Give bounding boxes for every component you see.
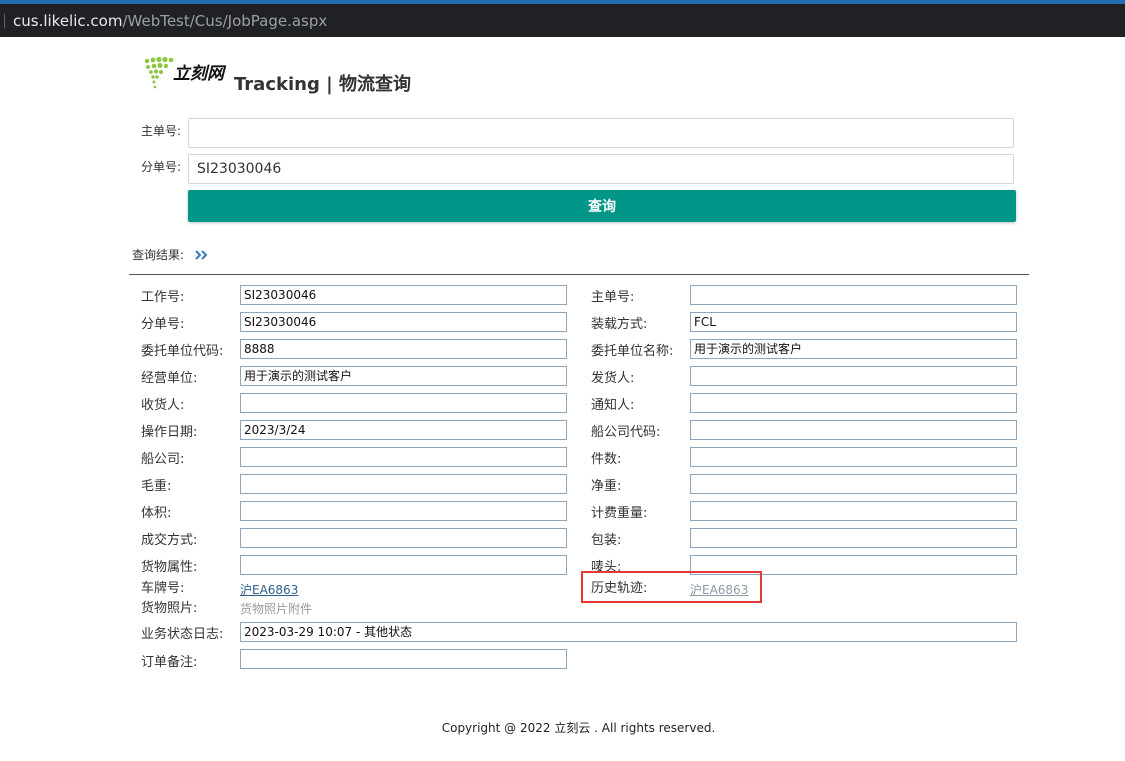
trade-terms-label: 成交方式: — [141, 533, 198, 548]
house-no-label: 分单号: — [141, 160, 182, 174]
browser-address-bar[interactable]: cus.likelic.com/WebTest/Cus/JobPage.aspx — [0, 4, 1125, 37]
results-label: 查询结果: — [132, 248, 185, 262]
cargo-attr-field — [240, 555, 567, 575]
net-weight-label: 净重: — [591, 479, 622, 494]
photos-label: 货物照片: — [141, 601, 198, 616]
load-type-field: FCL — [690, 312, 1017, 332]
footer-copyright: Copyright @ 2022 立刻云 . All rights reserv… — [441, 721, 716, 735]
url-path: /WebTest/Cus/JobPage.aspx — [122, 12, 328, 30]
result-master-no-field — [690, 285, 1017, 305]
result-house-no-field: SI23030046 — [240, 312, 567, 332]
carrier-field — [240, 447, 567, 467]
remarks-label: 订单备注: — [141, 655, 198, 670]
net-weight-field — [690, 474, 1017, 494]
result-house-no-label: 分单号: — [141, 317, 185, 332]
client-name-field: 用于演示的测试客户 — [690, 339, 1017, 359]
carrier-code-field — [690, 420, 1017, 440]
op-date-label: 操作日期: — [141, 425, 198, 440]
photos-attachment[interactable]: 货物照片附件 — [240, 601, 312, 617]
operator-unit-label: 经营单位: — [141, 371, 198, 386]
packing-label: 包装: — [591, 533, 622, 548]
client-name-label: 委托单位名称: — [591, 344, 674, 359]
pieces-label: 件数: — [591, 452, 622, 467]
plate-link[interactable]: 沪EA6863 — [240, 582, 298, 598]
volume-label: 体积: — [141, 506, 172, 521]
plate-label: 车牌号: — [141, 581, 185, 596]
chargeable-weight-field — [690, 501, 1017, 521]
gross-weight-label: 毛重: — [141, 479, 172, 494]
remarks-field — [240, 649, 567, 669]
address-url[interactable]: cus.likelic.com/WebTest/Cus/JobPage.aspx — [13, 11, 327, 31]
brand-name: 立刻网 — [173, 64, 224, 84]
notify-field — [690, 393, 1017, 413]
result-master-no-label: 主单号: — [591, 290, 635, 305]
master-no-label: 主单号: — [141, 124, 182, 138]
trade-terms-field — [240, 528, 567, 548]
results-divider — [129, 274, 1029, 275]
volume-field — [240, 501, 567, 521]
load-type-label: 装载方式: — [591, 317, 648, 332]
op-date-field: 2023/3/24 — [240, 420, 567, 440]
shipper-label: 发货人: — [591, 371, 635, 386]
consignee-label: 收货人: — [141, 398, 185, 413]
pieces-field — [690, 447, 1017, 467]
history-highlight-box — [581, 571, 762, 603]
house-no-input[interactable] — [188, 154, 1014, 184]
operator-unit-field: 用于演示的测试客户 — [240, 366, 567, 386]
packing-field — [690, 528, 1017, 548]
gross-weight-field — [240, 474, 567, 494]
notify-label: 通知人: — [591, 398, 635, 413]
carrier-label: 船公司: — [141, 452, 185, 467]
consignee-field — [240, 393, 567, 413]
client-code-label: 委托单位代码: — [141, 344, 224, 359]
double-chevron-right-icon — [195, 250, 208, 260]
address-separator — [4, 14, 5, 28]
cargo-attr-label: 货物属性: — [141, 560, 198, 575]
shipper-field — [690, 366, 1017, 386]
carrier-code-label: 船公司代码: — [591, 425, 661, 440]
master-no-input[interactable] — [188, 118, 1014, 148]
status-log-field: 2023-03-29 10:07 - 其他状态 — [240, 622, 1017, 642]
url-host: cus.likelic.com — [13, 12, 123, 30]
job-no-field: SI23030046 — [240, 285, 567, 305]
client-code-field: 8888 — [240, 339, 567, 359]
chargeable-weight-label: 计费重量: — [591, 506, 648, 521]
page-title: Tracking | 物流查询 — [234, 74, 411, 95]
job-no-label: 工作号: — [141, 290, 185, 305]
search-button[interactable]: 查询 — [188, 190, 1016, 222]
status-log-label: 业务状态日志: — [141, 627, 224, 642]
